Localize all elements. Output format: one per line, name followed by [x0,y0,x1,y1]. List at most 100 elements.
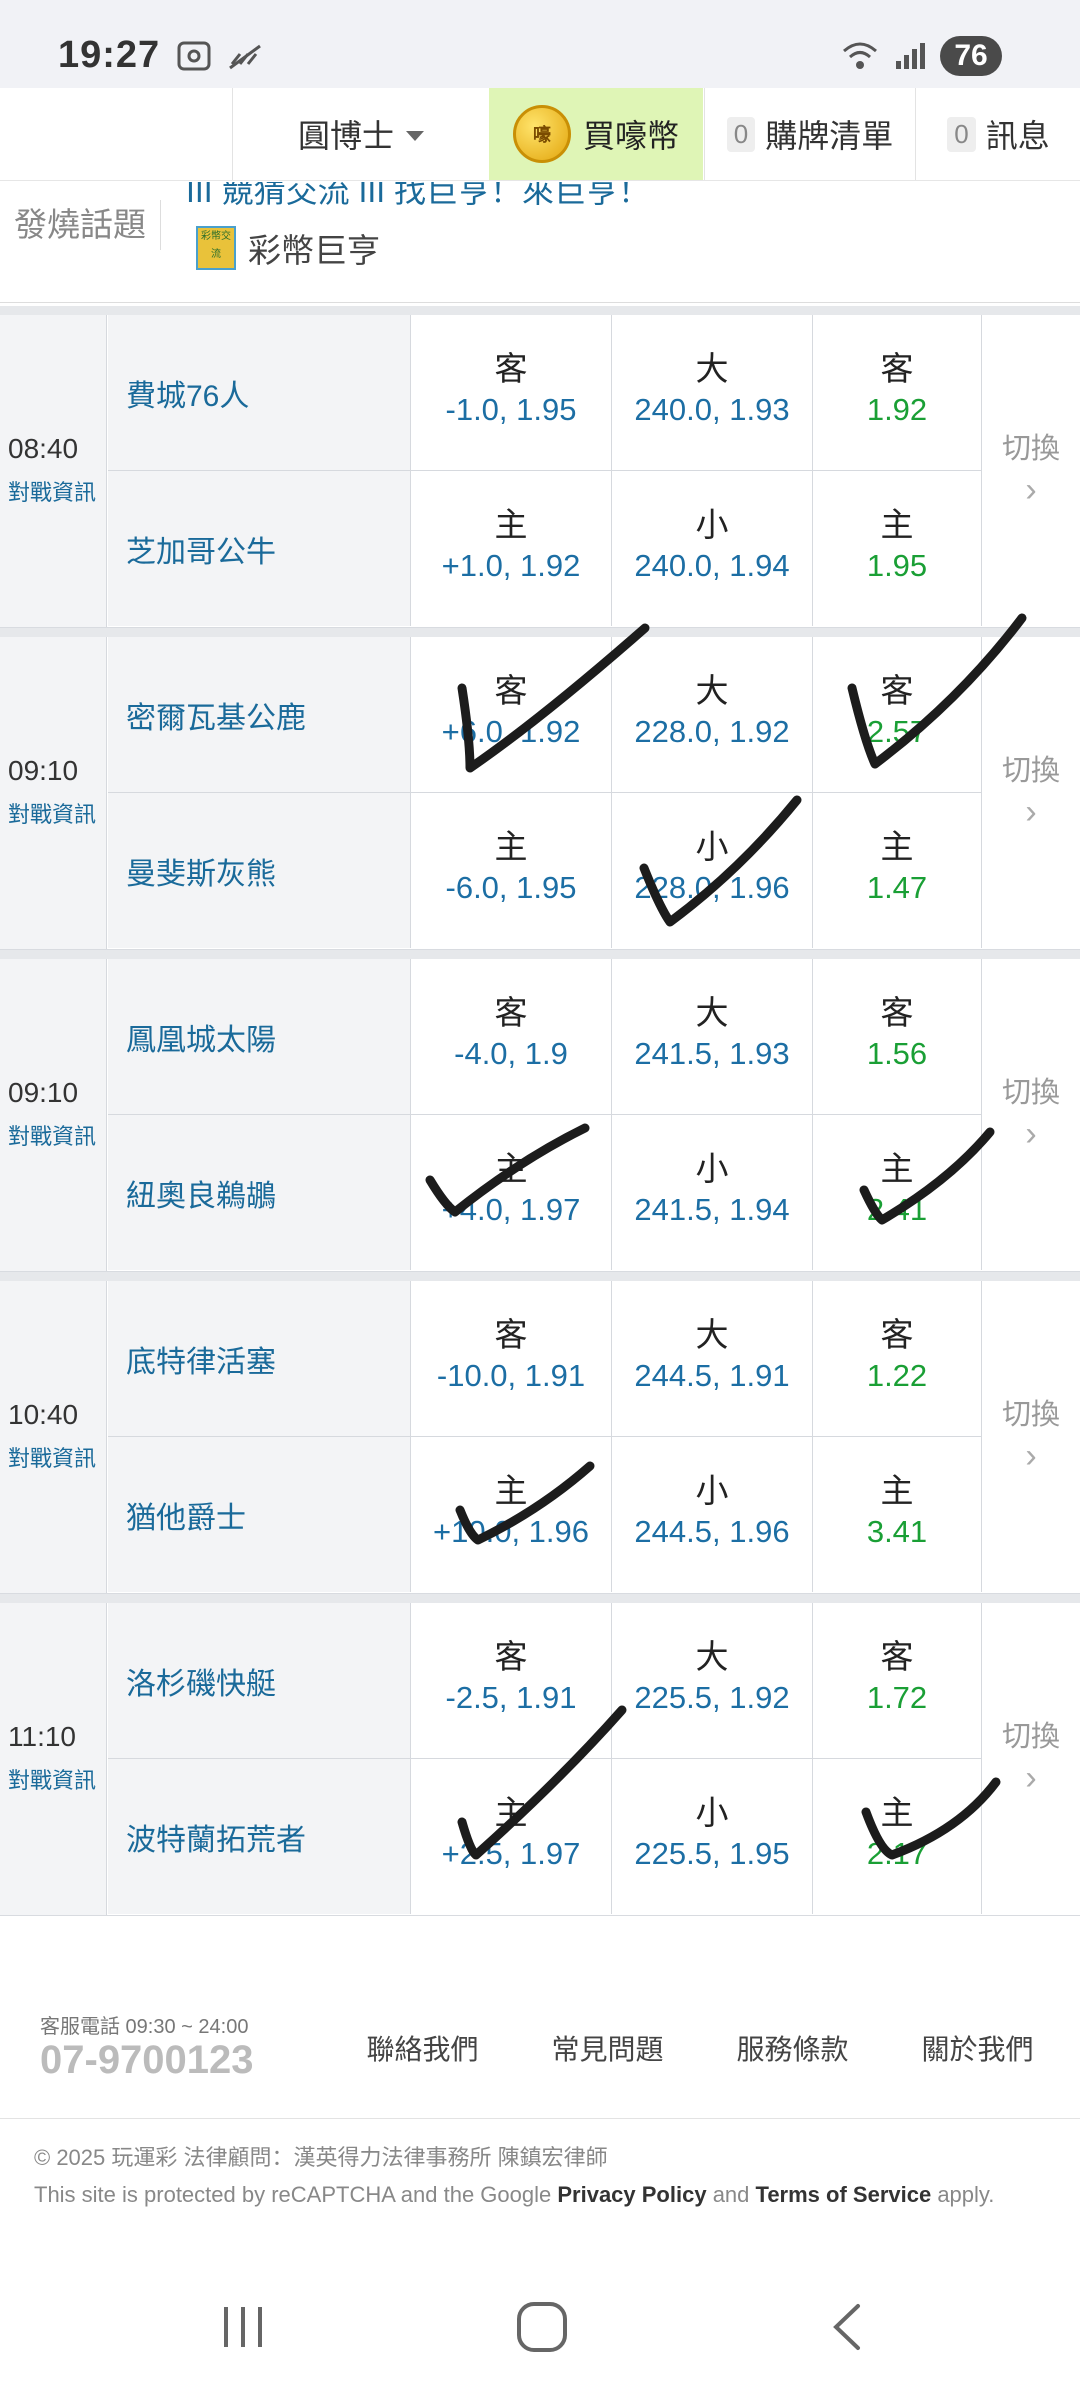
spread-label: 客 [494,994,528,1031]
spread-home-option[interactable]: 主 +1.0, 1.92 [411,471,612,626]
matchup-info-link[interactable]: 對戰資訊 [8,797,96,829]
recent-apps-icon[interactable] [218,2302,268,2352]
battery-indicator: 76 [940,36,1002,76]
footer-link-terms[interactable]: 服務條款 [736,2028,848,2068]
privacy-policy-link[interactable]: Privacy Policy [557,2182,706,2207]
total-home-option[interactable]: 小 240.0, 1.94 [612,471,813,626]
android-nav-bar [0,2270,1080,2400]
footer-links: 聯絡我們 常見問題 服務條款 關於我們 [330,2028,1070,2068]
team-name-away[interactable]: 費城76人 [126,371,249,415]
team-cell: 紐奧良鵜鶘 [108,1115,411,1270]
spread-home-option[interactable]: 主 +4.0, 1.97 [411,1115,612,1270]
game-row: 08:40 對戰資訊 費城76人 芝加哥公牛 客 -1.0, 1.95 大 24… [0,306,1080,628]
spread-away-option[interactable]: 客 -4.0, 1.9 [411,959,612,1115]
spread-home-option[interactable]: 主 +10.0, 1.96 [411,1437,612,1592]
buy-coin-button[interactable]: 嚎 買嚎幣 [489,88,703,180]
moneyline-away-option[interactable]: 客 1.22 [813,1281,982,1437]
total-away-option[interactable]: 大 241.5, 1.93 [612,959,813,1115]
user-name: 圓博士 [297,118,394,154]
total-away-option[interactable]: 大 240.0, 1.93 [612,315,813,471]
matchup-info-link[interactable]: 對戰資訊 [8,475,96,507]
moneyline-value: 1.47 [866,870,928,905]
switch-button[interactable]: 切換 › [982,315,1080,627]
moneyline-label: 客 [880,672,914,709]
spread-away-option[interactable]: 客 -1.0, 1.95 [411,315,612,471]
team-name-away[interactable]: 鳳凰城太陽 [126,1015,276,1059]
total-label: 大 [695,672,729,709]
footer-divider [0,2118,1080,2119]
total-home-option[interactable]: 小 228.0, 1.96 [612,793,813,948]
total-label: 小 [695,1472,729,1509]
matchup-info-link[interactable]: 對戰資訊 [8,1763,96,1795]
matchup-info-link[interactable]: 對戰資訊 [8,1441,96,1473]
hot-topic-link-1[interactable]: III 競猜交流 III 找巨亨！來巨亨！ [186,182,650,212]
spread-away-option[interactable]: 客 +6.0, 1.92 [411,637,612,793]
spread-away-option[interactable]: 客 -10.0, 1.91 [411,1281,612,1437]
team-name-home[interactable]: 波特蘭拓荒者 [126,1815,306,1859]
top-nav: 圓博士 嚎 買嚎幣 0 購牌清單 0 訊息 [0,88,1080,181]
moneyline-home-option[interactable]: 主 2.41 [813,1115,982,1270]
home-icon[interactable] [515,2300,569,2354]
messages-button[interactable]: 0 訊息 [915,88,1080,180]
total-label: 大 [695,994,729,1031]
spread-label: 主 [494,828,528,865]
moneyline-label: 客 [880,1316,914,1353]
spread-home-option[interactable]: 主 +2.5, 1.97 [411,1759,612,1914]
team-name-away[interactable]: 底特律活塞 [126,1337,276,1381]
matchup-info-link[interactable]: 對戰資訊 [8,1119,96,1151]
total-away-option[interactable]: 大 228.0, 1.92 [612,637,813,793]
spread-value: -6.0, 1.95 [445,870,577,905]
moneyline-away-option[interactable]: 客 2.57 [813,637,982,793]
total-home-option[interactable]: 小 225.5, 1.95 [612,1759,813,1914]
total-home-option[interactable]: 小 244.5, 1.96 [612,1437,813,1592]
moneyline-away-option[interactable]: 客 1.56 [813,959,982,1115]
moneyline-away-option[interactable]: 客 1.72 [813,1603,982,1759]
total-away-option[interactable]: 大 225.5, 1.92 [612,1603,813,1759]
footer-link-contact[interactable]: 聯絡我們 [366,2028,478,2068]
game-time: 11:10 [8,1721,76,1752]
spread-home-option[interactable]: 主 -6.0, 1.95 [411,793,612,948]
team-name-away[interactable]: 密爾瓦基公鹿 [126,693,306,737]
moneyline-value: 2.57 [866,714,928,749]
switch-button[interactable]: 切換 › [982,1603,1080,1915]
moneyline-home-option[interactable]: 主 2.17 [813,1759,982,1914]
team-name-home[interactable]: 猶他爵士 [126,1493,246,1537]
spread-away-option[interactable]: 客 -2.5, 1.91 [411,1603,612,1759]
total-home-option[interactable]: 小 241.5, 1.94 [612,1115,813,1270]
team-name-home[interactable]: 芝加哥公牛 [126,527,276,571]
moneyline-label: 客 [880,1638,914,1675]
spread-value: +4.0, 1.97 [441,1192,581,1227]
footer-link-about[interactable]: 關於我們 [921,2028,1033,2068]
spread-label: 主 [494,1472,528,1509]
footer-link-faq[interactable]: 常見問題 [551,2028,663,2068]
team-name-home[interactable]: 曼斐斯灰熊 [126,849,276,893]
service-phone[interactable]: 07-9700123 [40,2038,254,2083]
games-table: 08:40 對戰資訊 費城76人 芝加哥公牛 客 -1.0, 1.95 大 24… [0,306,1080,1916]
total-away-option[interactable]: 大 244.5, 1.91 [612,1281,813,1437]
back-icon[interactable] [826,2302,866,2352]
moneyline-home-option[interactable]: 主 1.47 [813,793,982,948]
team-name-home[interactable]: 紐奧良鵜鶘 [126,1171,276,1215]
moneyline-value: 1.72 [866,1680,928,1715]
switch-button[interactable]: 切換 › [982,637,1080,949]
switch-button[interactable]: 切換 › [982,1281,1080,1593]
team-cell: 費城76人 [108,315,411,471]
moneyline-away-option[interactable]: 客 1.92 [813,315,982,471]
game-row: 09:10 對戰資訊 密爾瓦基公鹿 曼斐斯灰熊 客 +6.0, 1.92 大 2… [0,628,1080,950]
cell-signal-icon [896,43,925,69]
switch-label: 切換 [1001,1077,1060,1109]
terms-of-service-link[interactable]: Terms of Service [756,2182,932,2207]
switch-label: 切換 [1001,1399,1060,1431]
spread-label: 主 [494,506,528,543]
game-time: 10:40 [8,1399,79,1430]
moneyline-home-option[interactable]: 主 3.41 [813,1437,982,1592]
hot-topic-bar: 發燒話題 III 競猜交流 III 找巨亨！來巨亨！ 彩幣交流 彩幣巨亨 [0,182,1080,303]
moneyline-label: 主 [880,1150,914,1187]
moneyline-home-option[interactable]: 主 1.95 [813,471,982,626]
team-cell: 曼斐斯灰熊 [108,793,411,948]
cart-button[interactable]: 0 購牌清單 [704,88,915,180]
team-name-away[interactable]: 洛杉磯快艇 [126,1659,276,1703]
hot-topic-link-2[interactable]: 彩幣交流 彩幣巨亨 [196,224,380,272]
user-menu[interactable]: 圓博士 [232,88,489,180]
switch-button[interactable]: 切換 › [982,959,1080,1271]
